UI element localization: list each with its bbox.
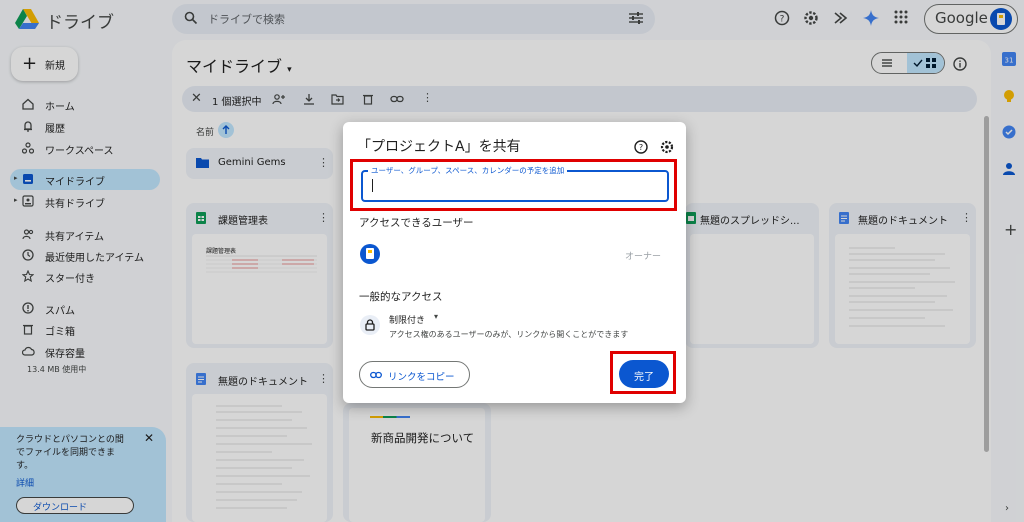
link-icon <box>370 370 382 380</box>
owner-role: オーナー <box>625 252 662 262</box>
lock-icon <box>360 315 380 335</box>
settings-gear-icon[interactable] <box>660 140 674 154</box>
people-with-access-heading: アクセスできるユーザー <box>359 217 474 229</box>
access-restriction-description: アクセス権のあるユーザーのみが、リンクから開くことができます <box>389 330 629 339</box>
dialog-title: 「プロジェクトA」を共有 <box>357 139 521 155</box>
access-restriction-select[interactable]: 制限付き <box>389 313 425 326</box>
text-cursor <box>372 179 373 192</box>
svg-text:?: ? <box>639 143 643 152</box>
avatar <box>360 244 380 264</box>
help-icon[interactable]: ? <box>634 140 648 154</box>
done-button-label: 完了 <box>634 372 654 383</box>
copy-link-label: リンクをコピー <box>388 372 455 383</box>
add-people-input-label: ユーザー、グループ、スペース、カレンダーの予定を追加 <box>368 165 568 176</box>
general-access-heading: 一般的なアクセス <box>359 291 443 303</box>
dropdown-arrow-icon[interactable]: ▾ <box>434 312 438 321</box>
